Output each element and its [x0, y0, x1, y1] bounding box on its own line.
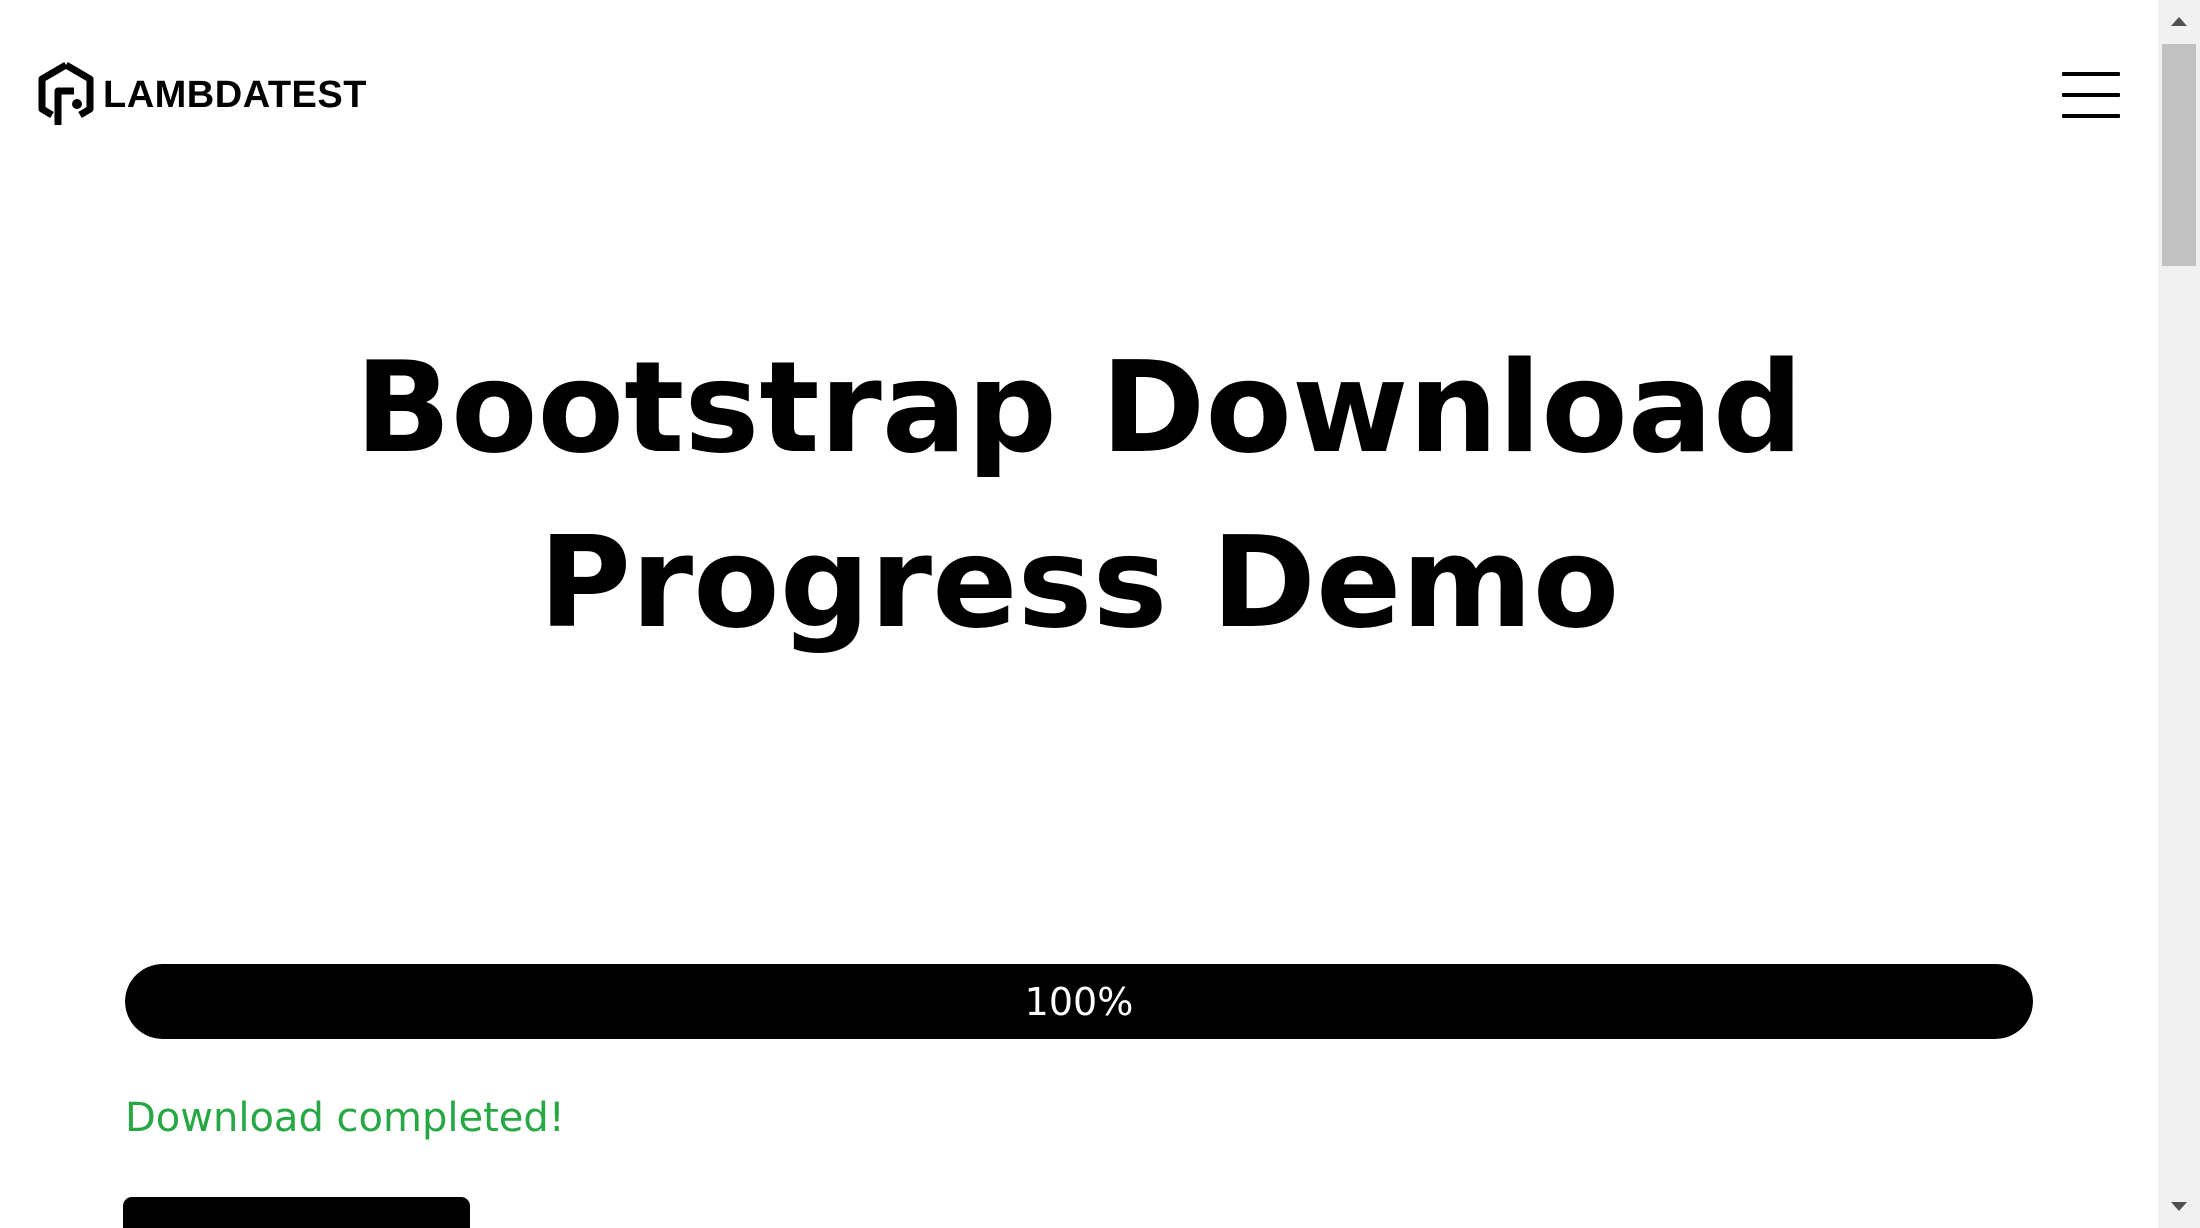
- menu-bar: [2062, 114, 2120, 118]
- page: LAMBDATEST Bootstrap Download Progress D…: [0, 0, 2158, 1228]
- vertical-scrollbar[interactable]: [2158, 0, 2200, 1228]
- menu-bar: [2062, 93, 2120, 97]
- lambdatest-logo-link[interactable]: LAMBDATEST: [37, 62, 367, 128]
- scroll-down-arrow-icon[interactable]: [2158, 1186, 2200, 1228]
- lambdatest-logo-icon: [38, 62, 94, 125]
- page-title: Bootstrap Download Progress Demo: [354, 334, 1804, 656]
- progress-fill: 100%: [125, 964, 2033, 1039]
- logo-text: LAMBDATEST: [103, 74, 367, 116]
- download-progress-bar: 100%: [125, 964, 2033, 1039]
- scroll-up-arrow-icon[interactable]: [2158, 0, 2200, 42]
- download-status-message: Download completed!: [125, 1095, 565, 1141]
- progress-label: 100%: [1024, 979, 1134, 1024]
- scrollbar-thumb[interactable]: [2162, 44, 2196, 266]
- menu-bar: [2062, 72, 2120, 76]
- hamburger-menu-button[interactable]: [2062, 72, 2120, 118]
- download-button[interactable]: [123, 1197, 470, 1228]
